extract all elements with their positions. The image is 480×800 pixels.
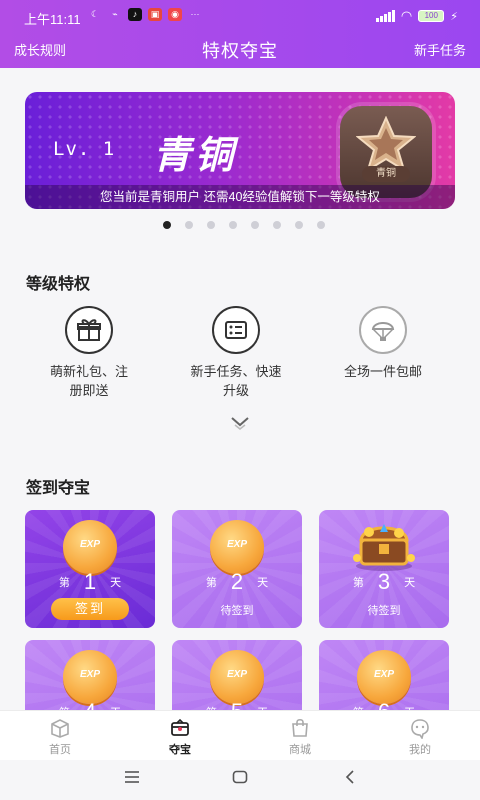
level-banner[interactable]: Lv. 1 青铜 青铜 您当前是青铜用户 还需40经验值解锁下一等级特权 xyxy=(25,92,455,209)
bottom-tab-bar: 首页 夺宝 商城 我的 xyxy=(0,710,480,760)
tab-treasure[interactable]: 夺宝 xyxy=(140,717,220,757)
task-card-icon xyxy=(212,306,260,354)
status-notification-icons: ☾ ⌁ ♪ ▣ ◉ ··· xyxy=(88,8,202,21)
privilege-item-task[interactable]: 新手任务、快速升级 xyxy=(166,306,306,400)
privileges-list: 萌新礼包、注册即送 新手任务、快速升级 全场一件包邮 xyxy=(0,306,480,398)
parachute-icon xyxy=(359,306,407,354)
tab-mall[interactable]: 商城 xyxy=(260,717,340,757)
checkin-status: 待签到 xyxy=(367,605,401,617)
page-title: 特权夺宝 xyxy=(202,41,278,61)
wifi-icon: ◠ xyxy=(400,8,413,23)
checkin-card-day-1[interactable]: EXP 第 1 天 签到 xyxy=(25,510,155,628)
coin-text: EXP xyxy=(79,539,100,550)
signal-icon xyxy=(375,10,395,22)
pager-dot[interactable] xyxy=(251,221,259,229)
moon-icon: ☾ xyxy=(90,9,100,19)
privilege-label: 萌新礼包、注册即送 xyxy=(49,364,128,398)
charging-icon: ⚡ xyxy=(450,10,458,23)
newbie-tasks-link[interactable]: 新手任务 xyxy=(414,40,466,59)
status-bar: 上午11:11 ☾ ⌁ ♪ ▣ ◉ ··· ◠ 100 ⚡ xyxy=(0,0,480,30)
pager-dot[interactable] xyxy=(185,221,193,229)
day-suffix: 天 xyxy=(404,577,416,589)
day-label: 第 3 天 xyxy=(319,566,449,594)
coin-text: EXP xyxy=(79,669,100,680)
system-nav-bar xyxy=(0,760,480,800)
privilege-label: 全场一件包邮 xyxy=(343,364,422,379)
level-name: 青铜 xyxy=(153,135,238,177)
growth-rules-link[interactable]: 成长规则 xyxy=(14,40,66,59)
privileges-title: 等级特权 xyxy=(26,276,91,293)
nav-bar: 成长规则 特权夺宝 新手任务 xyxy=(0,30,480,68)
banner-pager xyxy=(0,221,480,229)
day-suffix: 天 xyxy=(110,577,122,589)
day-number: 1 xyxy=(83,569,97,594)
home-square-icon[interactable] xyxy=(232,770,248,789)
checkin-card-day-3[interactable]: 第 3 天 待签到 xyxy=(319,510,449,628)
gift-icon xyxy=(65,306,113,354)
day-number: 3 xyxy=(377,569,391,594)
coin-text: EXP xyxy=(226,669,247,680)
coin-text: EXP xyxy=(373,669,394,680)
tiktok-icon: ♪ xyxy=(128,8,142,21)
privilege-label: 新手任务、快速升级 xyxy=(190,364,282,398)
pager-dot[interactable] xyxy=(163,221,171,229)
day-label: 第 2 天 xyxy=(172,566,302,594)
pager-dot[interactable] xyxy=(207,221,215,229)
tab-label: 我的 xyxy=(409,744,431,756)
tab-label: 夺宝 xyxy=(169,744,191,756)
app-red-icon: ◉ xyxy=(168,8,182,21)
app-badge-icon: ▣ xyxy=(148,8,162,21)
day-prefix: 第 xyxy=(205,577,217,589)
menu-icon[interactable] xyxy=(124,770,140,789)
day-suffix: 天 xyxy=(257,577,269,589)
shopping-bag-icon xyxy=(289,717,311,739)
checkin-card-day-2[interactable]: EXP 第 2 天 待签到 xyxy=(172,510,302,628)
day-prefix: 第 xyxy=(58,577,70,589)
checkin-title: 签到夺宝 xyxy=(26,480,91,497)
checkin-button[interactable]: 签到 xyxy=(51,598,129,620)
tab-home[interactable]: 首页 xyxy=(20,717,100,757)
badge-label: 青铜 xyxy=(362,166,410,182)
day-label: 第 1 天 xyxy=(25,566,155,594)
coin-text: EXP xyxy=(226,539,247,550)
day-number: 2 xyxy=(230,569,244,594)
level-progress-message: 您当前是青铜用户 还需40经验值解锁下一等级特权 xyxy=(25,185,455,209)
pager-dot[interactable] xyxy=(295,221,303,229)
tab-label: 商城 xyxy=(289,744,311,756)
pager-dot[interactable] xyxy=(229,221,237,229)
nfc-icon: ⌁ xyxy=(112,9,118,19)
more-dots-icon: ··· xyxy=(190,9,200,19)
battery-icon: 100 xyxy=(418,10,445,22)
chevron-down-icon[interactable] xyxy=(228,412,252,437)
checkin-status: 待签到 xyxy=(220,605,254,617)
header: 上午11:11 ☾ ⌁ ♪ ▣ ◉ ··· ◠ 100 ⚡ 成长规则 特权夺宝 … xyxy=(0,0,480,68)
privilege-item-shipping[interactable]: 全场一件包邮 xyxy=(313,306,453,381)
star-icon xyxy=(356,116,416,172)
tab-mine[interactable]: 我的 xyxy=(380,717,460,757)
privilege-item-gift[interactable]: 萌新礼包、注册即送 xyxy=(19,306,159,400)
pager-dot[interactable] xyxy=(273,221,281,229)
status-system-icons: ◠ 100 ⚡ xyxy=(375,8,458,24)
treasure-icon xyxy=(169,717,191,739)
pager-dot[interactable] xyxy=(317,221,325,229)
back-icon[interactable] xyxy=(344,770,356,789)
tab-label: 首页 xyxy=(49,744,71,756)
level-number: Lv. 1 xyxy=(53,138,116,160)
home-box-icon xyxy=(49,717,71,739)
profile-face-icon xyxy=(409,717,431,739)
day-prefix: 第 xyxy=(352,577,364,589)
status-time: 上午11:11 xyxy=(24,12,81,27)
